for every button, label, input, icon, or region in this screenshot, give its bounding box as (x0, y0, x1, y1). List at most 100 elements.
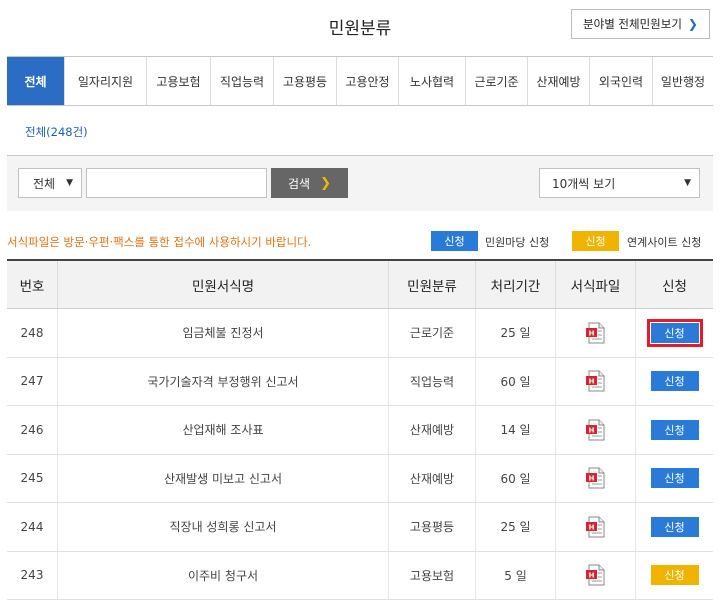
row-apply-cell: 신청 (635, 406, 713, 454)
apply-button[interactable]: 신청 (650, 516, 699, 537)
row-apply-cell: 신청 (635, 357, 713, 405)
header-file: 서식파일 (555, 261, 635, 308)
legend-text-blue: 민원마당 신청 (485, 236, 550, 249)
row-file-cell: H (555, 357, 635, 405)
apply-button[interactable]: 신청 (646, 318, 703, 347)
complaint-table: 번호 민원서식명 민원분류 처리기간 서식파일 신청 248 임금체불 진정서 근로… (7, 259, 713, 600)
hwp-file-icon[interactable]: H (585, 516, 606, 538)
row-file-cell: H (555, 454, 635, 502)
table-row: 245 산재발생 미보고 신고서 산재예방 60 일 H 신청 (7, 454, 713, 503)
tab-1[interactable]: 일자리지원 (64, 57, 146, 105)
search-field-select[interactable]: 전체 ▼ (18, 168, 82, 198)
row-file-cell: H (555, 503, 635, 551)
legend-badge-blue: 신청 (431, 231, 478, 251)
row-number: 247 (20, 374, 44, 389)
chevron-right-icon: ❯ (320, 175, 331, 191)
page-size-value: 10개씩 보기 (552, 176, 616, 191)
apply-button[interactable]: 신청 (650, 419, 699, 440)
row-form-name[interactable]: 직장내 성희롱 신고서 (57, 503, 388, 551)
tab-9[interactable]: 외국인력 (589, 57, 652, 105)
legend-badge-yellow: 신청 (572, 231, 619, 251)
header-category: 민원분류 (388, 261, 475, 308)
hwp-file-icon[interactable]: H (585, 370, 606, 392)
tab-8[interactable]: 산재예방 (527, 57, 589, 105)
tab-2[interactable]: 고용보험 (146, 57, 210, 105)
svg-text:H: H (588, 426, 594, 434)
hwp-file-icon[interactable]: H (585, 322, 606, 344)
row-number: 248 (20, 325, 44, 340)
apply-button[interactable]: 신청 (650, 371, 699, 392)
row-form-name[interactable]: 산재발생 미보고 신고서 (57, 454, 388, 502)
tab-0[interactable]: 전체 (7, 57, 64, 105)
row-category: 근로기준 (388, 309, 475, 357)
search-field-value: 전체 (33, 176, 56, 191)
tab-7[interactable]: 근로기준 (465, 57, 527, 105)
search-input[interactable] (86, 168, 267, 198)
result-count: 전체(248건) (25, 125, 88, 139)
row-category: 산재예방 (388, 454, 475, 502)
row-form-name[interactable]: 임금체불 진정서 (57, 309, 388, 357)
search-button[interactable]: 검색 ❯ (271, 168, 348, 198)
svg-text:H: H (588, 329, 594, 337)
tab-5[interactable]: 고용안정 (336, 57, 398, 105)
row-form-name[interactable]: 산업재해 조사표 (57, 406, 388, 454)
table-row: 243 이주비 청구서 고용보험 5 일 H 신청 (7, 551, 713, 600)
row-apply-cell: 신청 (635, 309, 713, 357)
apply-button[interactable]: 신청 (650, 468, 699, 489)
row-category: 고용보험 (388, 551, 475, 599)
tab-4[interactable]: 고용평등 (273, 57, 336, 105)
row-apply-cell: 신청 (635, 551, 713, 599)
row-number: 246 (20, 422, 44, 437)
tab-10[interactable]: 일반행정 (652, 57, 713, 105)
svg-text:H: H (588, 572, 594, 580)
hwp-file-icon[interactable]: H (585, 564, 606, 586)
apply-button[interactable]: 신청 (650, 565, 699, 586)
svg-text:H: H (588, 475, 594, 483)
row-apply-cell: 신청 (635, 503, 713, 551)
tab-3[interactable]: 직업능력 (210, 57, 273, 105)
row-file-cell: H (555, 309, 635, 357)
view-all-complaints-label: 분야별 전체민원보기 (583, 17, 682, 31)
hwp-file-icon[interactable]: H (585, 419, 606, 441)
header-form-name: 민원서식명 (57, 261, 388, 308)
row-category: 산재예방 (388, 406, 475, 454)
row-form-name[interactable]: 이주비 청구서 (57, 551, 388, 599)
row-period: 60 일 (475, 454, 555, 502)
chevron-right-icon: ❯ (687, 17, 698, 31)
row-period: 25 일 (475, 503, 555, 551)
row-period: 14 일 (475, 406, 555, 454)
svg-text:H: H (588, 378, 594, 386)
row-number: 243 (20, 568, 44, 583)
search-button-label: 검색 (288, 176, 311, 191)
header-period: 처리기간 (475, 261, 555, 308)
legend-text-yellow: 연계사이트 신청 (627, 236, 702, 249)
svg-text:H: H (588, 523, 594, 531)
table-body: 248 임금체불 진정서 근로기준 25 일 H 신청 247 국가기술자격 부정행위 신고서… (7, 309, 713, 600)
dropdown-arrow-icon: ▼ (66, 178, 73, 188)
tab-6[interactable]: 노사협력 (398, 57, 465, 105)
category-tabs: 전체 일자리지원 고용보험 직업능력 고용평등 고용안정 노사협력 근로기준 산재예방 외국인력 일… (7, 56, 713, 106)
header-number: 번호 (19, 278, 45, 295)
table-row: 248 임금체불 진정서 근로기준 25 일 H 신청 (7, 309, 713, 358)
row-file-cell: H (555, 406, 635, 454)
hwp-file-icon[interactable]: H (585, 467, 606, 489)
header-apply: 신청 (635, 261, 713, 308)
table-row: 244 직장내 성희롱 신고서 고용평등 25 일 H 신청 (7, 503, 713, 552)
row-file-cell: H (555, 551, 635, 599)
row-period: 60 일 (475, 357, 555, 405)
row-period: 25 일 (475, 309, 555, 357)
row-apply-cell: 신청 (635, 454, 713, 502)
row-category: 직업능력 (388, 357, 475, 405)
table-row: 246 산업재해 조사표 산재예방 14 일 H 신청 (7, 406, 713, 455)
row-category: 고용평등 (388, 503, 475, 551)
table-header: 번호 민원서식명 민원분류 처리기간 서식파일 신청 (7, 259, 713, 309)
row-number: 245 (20, 471, 44, 486)
row-form-name[interactable]: 국가기술자격 부정행위 신고서 (57, 357, 388, 405)
table-row: 247 국가기술자격 부정행위 신고서 직업능력 60 일 H 신청 (7, 357, 713, 406)
row-number: 244 (20, 519, 44, 534)
row-period: 5 일 (475, 551, 555, 599)
dropdown-arrow-icon: ▼ (684, 178, 691, 188)
notice-text: 서식파일은 방문·우편·팩스를 통한 접수에 사용하시기 바랍니다. (7, 235, 312, 249)
view-all-complaints-button[interactable]: 분야별 전체민원보기 ❯ (571, 9, 710, 39)
page-size-select[interactable]: 10개씩 보기 ▼ (539, 168, 700, 198)
